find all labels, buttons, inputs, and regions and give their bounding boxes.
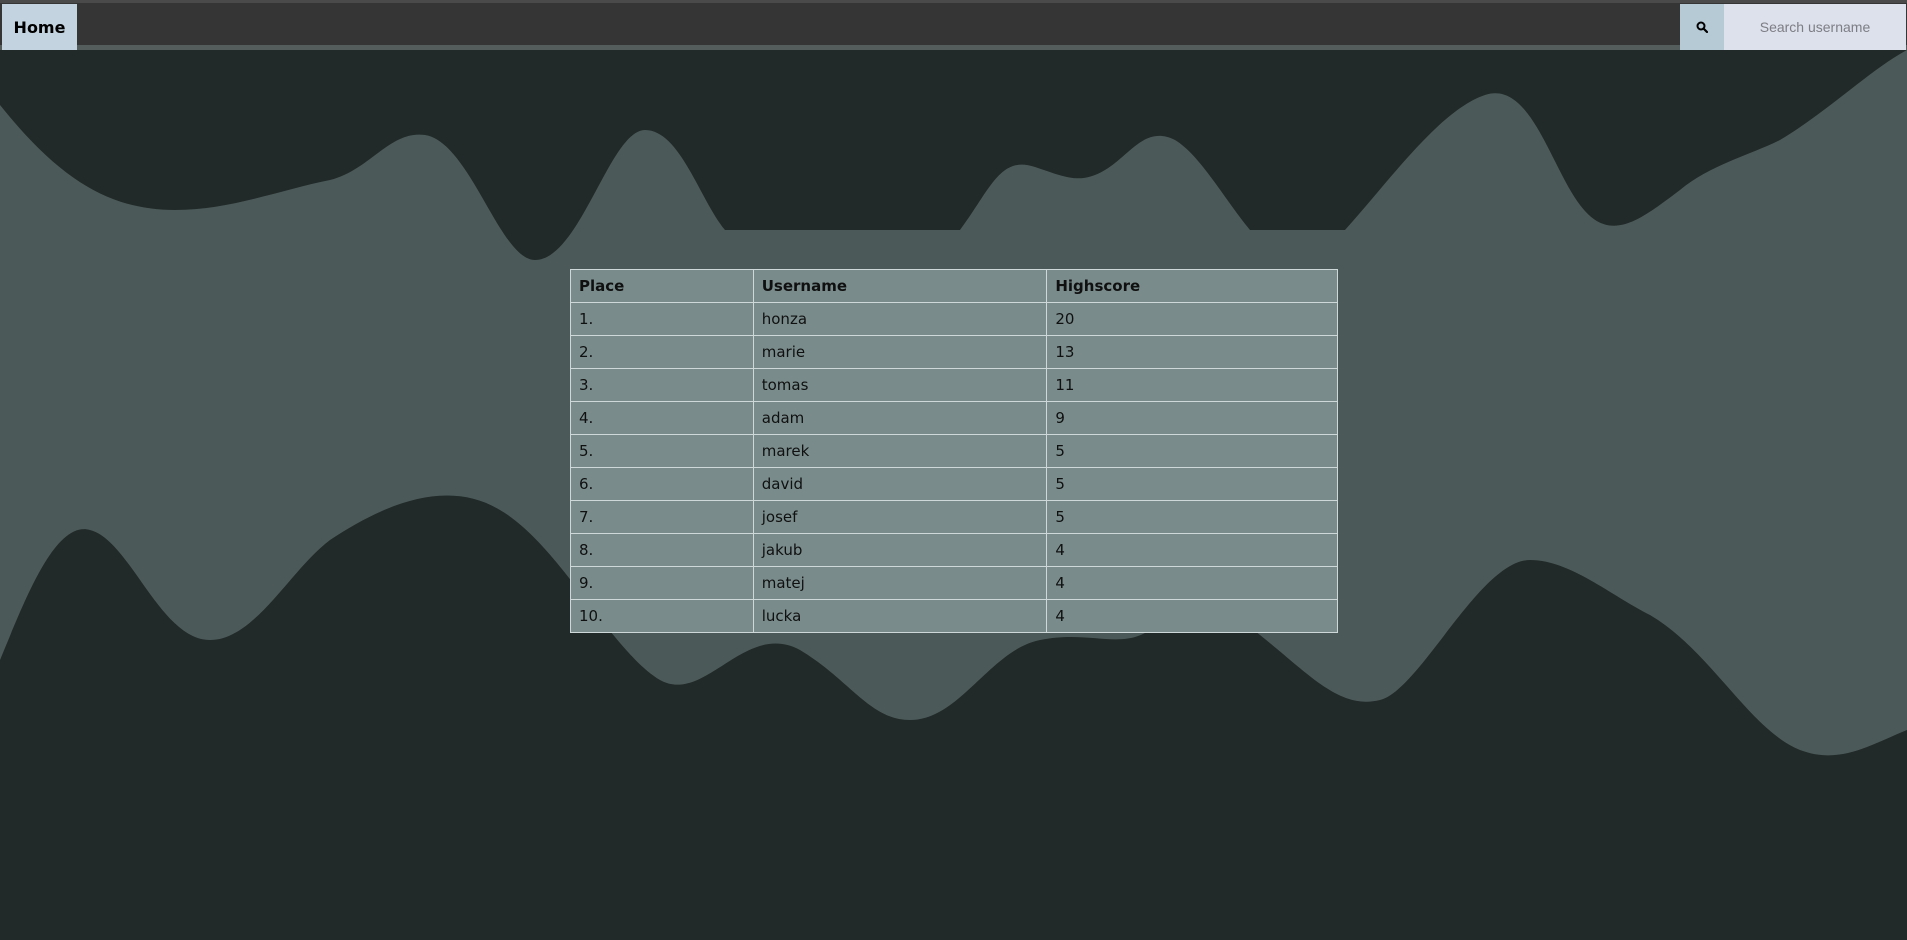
username-cell: david [752, 467, 1048, 501]
highscore-cell: 4 [1046, 599, 1338, 633]
table-row: 10. lucka 4 [570, 599, 1338, 633]
place-cell: 10. [570, 599, 754, 633]
home-button[interactable]: Home [2, 4, 77, 50]
search-username-input[interactable] [1724, 4, 1906, 50]
table-row: 5. marek 5 [570, 434, 1338, 468]
header-highscore: Highscore [1046, 269, 1338, 303]
place-cell: 2. [570, 335, 754, 369]
place-cell: 7. [570, 500, 754, 534]
username-cell: honza [752, 302, 1048, 336]
highscore-cell: 11 [1046, 368, 1338, 402]
place-cell: 5. [570, 434, 754, 468]
table-header-row: Place Username Highscore [570, 269, 1338, 303]
highscore-cell: 13 [1046, 335, 1338, 369]
username-cell: matej [752, 566, 1048, 600]
username-cell: tomas [752, 368, 1048, 402]
place-cell: 4. [570, 401, 754, 435]
table-row: 1. honza 20 [570, 302, 1338, 336]
place-cell: 6. [570, 467, 754, 501]
place-cell: 3. [570, 368, 754, 402]
highscore-cell: 9 [1046, 401, 1338, 435]
top-navbar: Home [0, 0, 1907, 50]
highscore-cell: 5 [1046, 467, 1338, 501]
highscore-cell: 4 [1046, 566, 1338, 600]
highscore-cell: 20 [1046, 302, 1338, 336]
highscore-cell: 5 [1046, 434, 1338, 468]
highscore-cell: 4 [1046, 533, 1338, 567]
username-cell: lucka [752, 599, 1048, 633]
search-icon [1696, 21, 1708, 33]
table-row: 4. adam 9 [570, 401, 1338, 435]
search-button[interactable] [1680, 4, 1724, 50]
username-cell: josef [752, 500, 1048, 534]
table-row: 6. david 5 [570, 467, 1338, 501]
username-cell: adam [752, 401, 1048, 435]
place-cell: 1. [570, 302, 754, 336]
header-username: Username [752, 269, 1048, 303]
table-row: 7. josef 5 [570, 500, 1338, 534]
highscore-cell: 5 [1046, 500, 1338, 534]
place-cell: 9. [570, 566, 754, 600]
place-cell: 8. [570, 533, 754, 567]
username-cell: marek [752, 434, 1048, 468]
username-cell: marie [752, 335, 1048, 369]
table-row: 2. marie 13 [570, 335, 1338, 369]
table-row: 9. matej 4 [570, 566, 1338, 600]
header-place: Place [570, 269, 754, 303]
username-cell: jakub [752, 533, 1048, 567]
leaderboard-table: Place Username Highscore 1. honza 20 2. … [570, 269, 1338, 633]
table-row: 8. jakub 4 [570, 533, 1338, 567]
table-row: 3. tomas 11 [570, 368, 1338, 402]
